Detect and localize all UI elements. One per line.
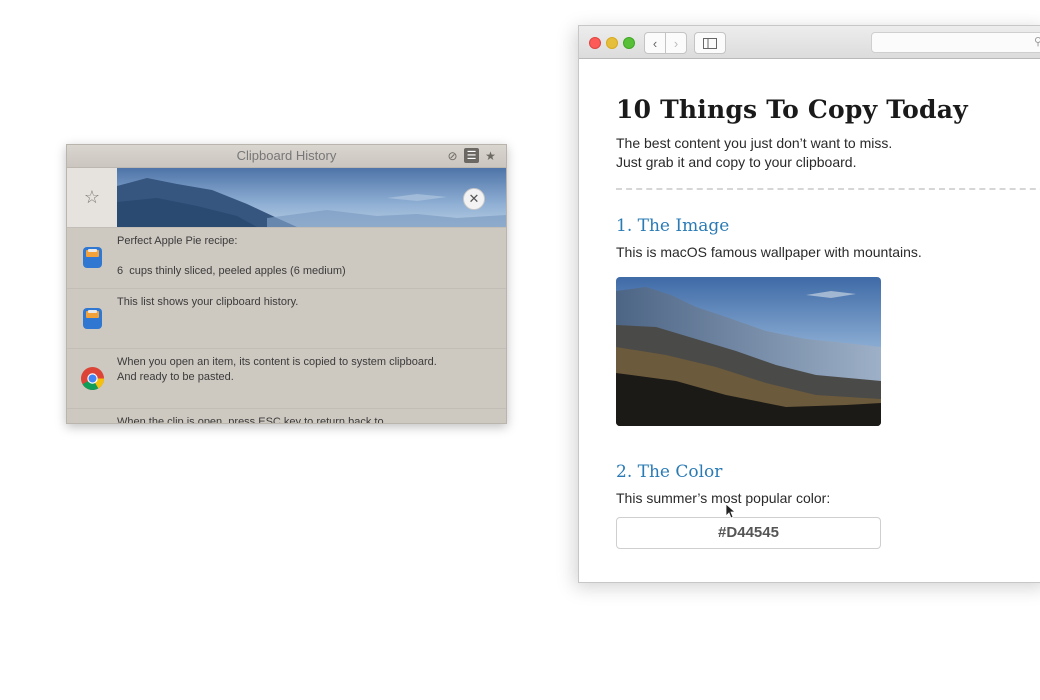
intro-line: Just grab it and copy to your clipboard. xyxy=(616,154,857,170)
section-text-image: This is macOS famous wallpaper with moun… xyxy=(616,244,922,260)
clip-item-text: This list shows your clipboard history. xyxy=(117,296,299,308)
chrome-icon xyxy=(81,367,104,391)
page-title: 10 Things To Copy Today xyxy=(616,95,968,124)
clip-item[interactable]: When you open an item, its content is co… xyxy=(67,349,506,409)
clear-icon[interactable]: ⊘ xyxy=(445,148,460,163)
clip-item-text: Perfect Apple Pie recipe: 6 cups thinly … xyxy=(117,235,346,277)
browser-window: ‹ › ⚲ 10 Things To Copy Today The best c… xyxy=(578,25,1040,583)
clipboard-title-bar: Clipboard History ⊘ ☰ ★ xyxy=(67,145,506,168)
sidebar-icon xyxy=(703,37,717,49)
close-window-button[interactable] xyxy=(589,37,601,49)
clip-item-image[interactable]: ☆ ✕ xyxy=(67,168,506,228)
minimize-window-button[interactable] xyxy=(606,37,618,49)
browser-toolbar: ‹ › ⚲ xyxy=(579,26,1040,59)
dashed-divider xyxy=(616,188,1040,190)
intro-text: The best content you just don’t want to … xyxy=(616,134,1040,172)
clip-item-text: When you open an item, its content is co… xyxy=(117,356,437,383)
zoom-window-button[interactable] xyxy=(623,37,635,49)
star-icon[interactable]: ★ xyxy=(483,148,498,163)
page-content: 10 Things To Copy Today The best content… xyxy=(616,58,1040,549)
star-outline-icon[interactable]: ☆ xyxy=(67,168,117,227)
list-icon[interactable]: ☰ xyxy=(464,148,479,163)
intro-line: The best content you just don’t want to … xyxy=(616,135,893,151)
close-icon[interactable]: ✕ xyxy=(463,188,485,210)
chevron-left-icon: ‹ xyxy=(652,35,658,51)
address-bar[interactable]: ⚲ xyxy=(871,32,1040,53)
forward-button[interactable]: › xyxy=(665,32,687,54)
chevron-right-icon: › xyxy=(673,35,679,51)
clipboard-tools: ⊘ ☰ ★ xyxy=(445,148,498,163)
mountain-wallpaper-image[interactable] xyxy=(616,277,881,426)
back-button[interactable]: ‹ xyxy=(644,32,666,54)
clipboard-history-window: Clipboard History ⊘ ☰ ★ ☆ ✕ Perfect Appl… xyxy=(66,144,507,424)
search-icon: ⚲ xyxy=(1034,35,1040,48)
clip-item[interactable]: When the clip is open, press ESC key to … xyxy=(67,409,506,424)
sidebar-button[interactable] xyxy=(694,32,726,54)
clipboard-app-icon xyxy=(83,247,102,268)
section-text-color: This summer’s most popular color: xyxy=(616,490,831,506)
mountain-image-thumbnail xyxy=(117,168,506,227)
section-title-color: 2. The Color xyxy=(616,462,723,482)
clip-item[interactable]: This list shows your clipboard history. xyxy=(67,289,506,349)
clip-item-text: When the clip is open, press ESC key to … xyxy=(117,416,384,424)
section-title-image: 1. The Image xyxy=(616,216,730,236)
clipboard-app-icon xyxy=(83,308,102,329)
clipboard-title: Clipboard History xyxy=(236,148,337,163)
clip-item[interactable]: Perfect Apple Pie recipe: 6 cups thinly … xyxy=(67,228,506,289)
color-value-box[interactable]: #D44545 xyxy=(616,517,881,549)
mouse-cursor-icon xyxy=(725,503,735,519)
